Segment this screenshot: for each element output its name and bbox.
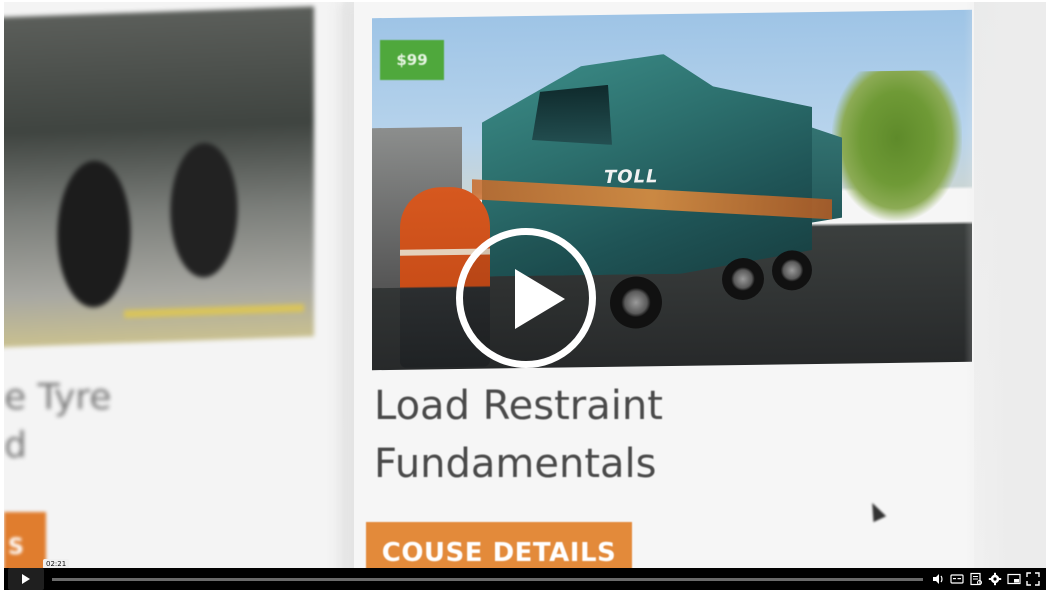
course-title: Load Restraint Fundamentals (374, 377, 894, 493)
tree (832, 69, 962, 222)
video-player[interactable]: e Tyre d S TOLL $99 Load Restraint Funda… (4, 2, 1046, 590)
control-bar (4, 568, 1046, 590)
play-icon (22, 574, 30, 584)
left-card-thumbnail (4, 6, 314, 348)
play-button[interactable] (8, 568, 44, 590)
left-card-title-line2: d (4, 425, 27, 466)
truck-window (532, 85, 612, 146)
truck-logo: TOLL (604, 166, 659, 188)
volume-icon[interactable] (931, 572, 945, 586)
price-badge: $99 (380, 40, 444, 80)
transcript-icon[interactable] (969, 572, 983, 586)
truck-wheel (610, 276, 662, 329)
course-title-line1: Load Restraint (374, 383, 663, 429)
settings-icon[interactable] (988, 572, 1002, 586)
left-card-title: e Tyre d (4, 374, 111, 470)
control-icons (931, 572, 1040, 586)
right-edge-shade (964, 2, 1046, 590)
big-play-button[interactable] (456, 228, 596, 368)
fullscreen-icon[interactable] (1026, 572, 1040, 586)
captions-icon[interactable] (950, 572, 964, 586)
play-icon (515, 269, 565, 329)
left-card-title-line1: e Tyre (4, 377, 112, 418)
progress-bar[interactable] (52, 577, 923, 581)
left-course-card (4, 2, 344, 590)
truck-wheel (772, 250, 812, 291)
picture-in-picture-icon[interactable] (1007, 572, 1021, 586)
course-title-line2: Fundamentals (374, 441, 657, 487)
truck-wheel (722, 257, 764, 301)
